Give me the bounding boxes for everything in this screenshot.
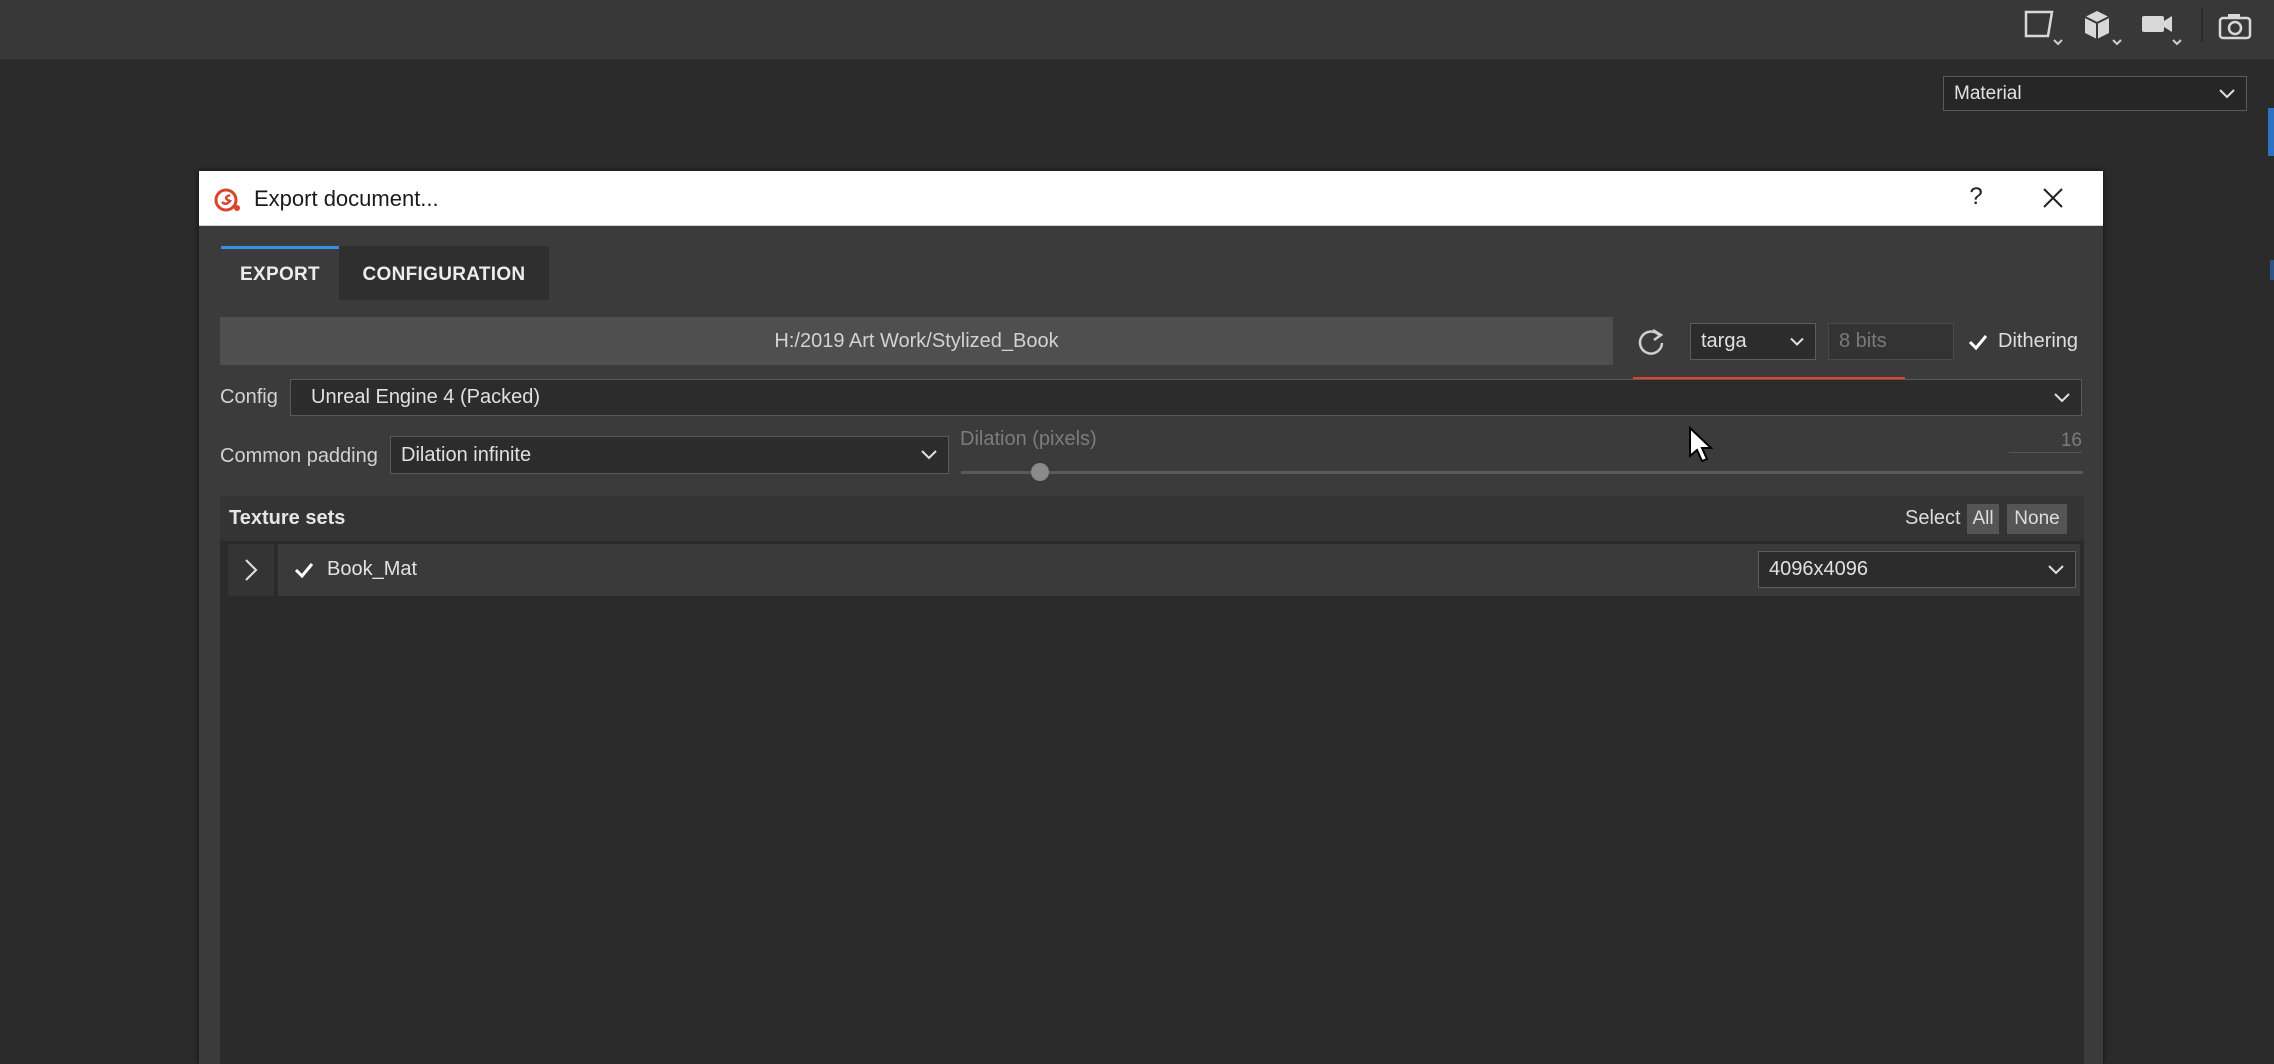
chevron-right-icon: [245, 559, 258, 581]
channel-select[interactable]: Material: [1943, 76, 2247, 111]
config-label: Config: [220, 386, 278, 408]
chevron-down-icon: [2048, 564, 2064, 574]
padding-label: Common padding: [220, 445, 378, 467]
viewport-2d-icon[interactable]: [2016, 6, 2068, 50]
scroll-indicator: [2268, 108, 2274, 156]
dithering-label: Dithering: [1998, 330, 2079, 352]
close-button[interactable]: [2035, 180, 2071, 216]
bit-depth-value: 8 bits: [1839, 330, 1887, 352]
resolution-value: 4096x4096: [1769, 558, 1868, 580]
dilation-label: Dilation (pixels): [960, 428, 1097, 450]
resolution-select[interactable]: 4096x4096: [1758, 551, 2076, 588]
select-all-button[interactable]: All: [1967, 504, 1999, 534]
dialog-title: Export document...: [254, 186, 439, 211]
close-icon: [2043, 188, 2063, 208]
chevron-down-icon: [2219, 88, 2235, 98]
output-path-text: H:/2019 Art Work/Stylized_Book: [774, 329, 1059, 352]
tab-configuration[interactable]: CONFIGURATION: [339, 246, 549, 300]
dialog-titlebar: Export document... ?: [199, 171, 2103, 226]
camera-icon[interactable]: [2135, 6, 2187, 50]
tab-export[interactable]: EXPORT: [221, 246, 339, 300]
texture-set-checkbox[interactable]: [292, 558, 316, 582]
mouse-cursor-icon: [1689, 426, 1714, 463]
select-none-button[interactable]: None: [2007, 504, 2067, 534]
scroll-indicator-secondary: [2270, 260, 2274, 280]
dithering-checkbox[interactable]: Dithering: [1966, 323, 2078, 360]
app-logo-icon: [213, 184, 243, 214]
export-dialog: Export document... ? EXPORT CONFIGURATIO…: [199, 171, 2103, 1064]
chevron-down-icon: [921, 450, 937, 460]
padding-value: Dilation infinite: [401, 443, 532, 466]
format-value: targa: [1701, 330, 1747, 352]
refresh-button[interactable]: [1633, 324, 1669, 360]
dilation-slider-handle[interactable]: [1031, 463, 1049, 481]
top-toolbar: [0, 0, 2274, 60]
checkmark-icon: [294, 563, 314, 579]
bit-depth-select[interactable]: 8 bits: [1828, 323, 1954, 360]
toolbar-separator: [2201, 8, 2203, 42]
chevron-down-icon: [1790, 337, 1804, 346]
config-value: Unreal Engine 4 (Packed): [311, 386, 541, 408]
texture-set-row[interactable]: Book_Mat 4096x4096: [228, 544, 2080, 596]
checkmark-icon: [1966, 330, 1990, 354]
padding-select[interactable]: Dilation infinite: [390, 436, 949, 474]
dialog-tabs: EXPORT CONFIGURATION: [221, 246, 549, 300]
channel-select-value: Material: [1954, 82, 2022, 104]
select-label: Select: [1905, 507, 1961, 529]
output-path-button[interactable]: H:/2019 Art Work/Stylized_Book: [220, 317, 1613, 365]
texture-set-name: Book_Mat: [327, 558, 418, 580]
cube-icon[interactable]: [2075, 6, 2127, 50]
chevron-down-icon: [2054, 392, 2070, 402]
dilation-value-input[interactable]: 16: [2009, 430, 2082, 453]
texture-sets-panel: Texture sets Select All None Book_Mat 40…: [220, 496, 2084, 1064]
screenshot-icon[interactable]: [2210, 6, 2262, 50]
dilation-slider-track[interactable]: [961, 471, 2083, 474]
expand-button[interactable]: [228, 544, 278, 596]
texture-sets-header: Texture sets Select All None: [220, 496, 2084, 541]
format-select[interactable]: targa: [1690, 323, 1816, 360]
refresh-icon: [1638, 328, 1664, 355]
help-button[interactable]: ?: [1961, 181, 1991, 213]
config-select[interactable]: Unreal Engine 4 (Packed): [290, 379, 2082, 416]
texture-sets-title: Texture sets: [229, 507, 346, 529]
